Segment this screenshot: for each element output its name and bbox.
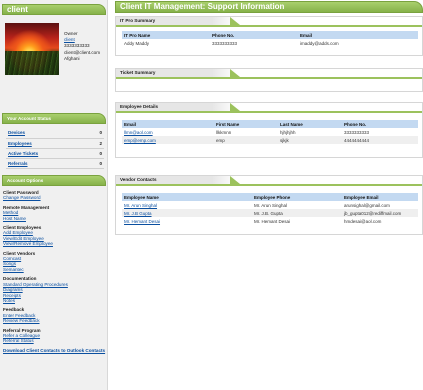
table-row: llmn@aol.com llkkmnn hjhjhjhh 3333333333 xyxy=(122,128,418,136)
account-options: Client Password Change Password Remote M… xyxy=(3,190,107,353)
table-row: emp@emp.com emp sjkjk 4444444444 xyxy=(122,136,418,144)
it-pro-table: IT Pro Name Phone No. Email Addy Maddy 3… xyxy=(122,31,418,47)
vendor-name-link[interactable]: Mr. J.B Gupta xyxy=(122,209,252,217)
table-row: Mr. Hemant Desai Mr. Hemant Desai hmdesa… xyxy=(122,217,418,225)
status-count-devices: 0 xyxy=(88,128,104,139)
profile-info: Owner client 3333333333 client@client.co… xyxy=(64,31,100,62)
client-title: client xyxy=(2,4,106,15)
status-row-devices: Devices 0 xyxy=(6,128,104,139)
account-options-title: Account Options xyxy=(2,175,106,186)
ticket-summary-panel: Ticket Summary xyxy=(115,68,423,92)
table-cell: imaddy@adds.com xyxy=(300,40,339,46)
table-cell: Addy Maddy xyxy=(124,40,150,46)
employee-details-panel: Employee Details Email First Name Last N… xyxy=(115,102,423,158)
column-header: Email xyxy=(122,120,214,128)
table-cell: sjkjk xyxy=(278,136,342,144)
status-count-tickets: 0 xyxy=(88,148,104,159)
table-cell: arunsighal@gmail.com xyxy=(344,202,390,208)
status-link-devices[interactable]: Devices xyxy=(6,128,89,139)
column-header: Last Name xyxy=(278,120,342,128)
status-link-tickets[interactable]: Active Tickets xyxy=(6,148,89,159)
status-count-referrals: 0 xyxy=(88,158,104,169)
table-cell: 3333333333 xyxy=(344,129,370,135)
employee-email-link[interactable]: emp@emp.com xyxy=(122,136,214,144)
table-cell: 4444444444 xyxy=(342,136,418,144)
table-cell: llkkmnn xyxy=(216,129,232,135)
table-cell: hmdesai@aol.com xyxy=(344,218,382,224)
column-header: Phone No. xyxy=(342,120,418,128)
it-pro-summary-panel: IT Pro Summary IT Pro Name Phone No. Ema… xyxy=(115,16,423,56)
table-cell: hjhjhjhh xyxy=(280,129,296,135)
status-count-employees: 2 xyxy=(88,138,104,149)
table-row: Addy Maddy 3333333333 imaddy@adds.com xyxy=(122,39,418,47)
table-cell: Mr. Arun Singhal xyxy=(254,202,288,208)
table-row: Mr. J.B Gupta Mr. J.B. Gupta jb_gupta012… xyxy=(122,209,418,217)
vendor-table: Employee Name Employee Phone Employee Em… xyxy=(122,193,418,225)
download-contacts-link[interactable]: Download Client Contacts to Outlook Cont… xyxy=(3,348,107,353)
status-row-referrals: Referrals 0 xyxy=(6,158,104,169)
status-row-tickets: Active Tickets 0 xyxy=(6,148,104,159)
employee-table: Email First Name Last Name Phone No. llm… xyxy=(122,120,418,144)
employee-email-link[interactable]: llmn@aol.com xyxy=(122,128,214,136)
account-status-title: Your Account Status xyxy=(2,113,106,124)
table-cell: 3333333333 xyxy=(212,40,238,46)
column-header: Email xyxy=(298,31,418,39)
profile-image xyxy=(5,23,59,75)
column-header: First Name xyxy=(214,120,278,128)
table-cell: emp xyxy=(214,136,278,144)
vendor-contacts-title: Vendor Contacts xyxy=(116,176,240,184)
vendor-contacts-panel: Vendor Contacts Employee Name Employee P… xyxy=(115,175,423,235)
column-header: Employee Name xyxy=(122,193,252,201)
page-title: Client IT Management: Support Informatio… xyxy=(115,1,423,13)
vendor-name-link[interactable]: Mr. Hemant Desai xyxy=(122,217,252,225)
main-content: Client IT Management: Support Informatio… xyxy=(115,0,423,390)
table-cell: jb_gupta012@rediffmail.com xyxy=(342,209,418,217)
status-link-referrals[interactable]: Referrals xyxy=(6,158,89,169)
client-city: Afghani xyxy=(64,55,80,61)
it-pro-summary-title: IT Pro Summary xyxy=(116,17,240,25)
table-cell: Mr. J.B. Gupta xyxy=(252,209,342,217)
column-header: Employee Email xyxy=(342,193,418,201)
client-email: client@client.com xyxy=(64,49,101,55)
account-status-table: Devices 0 Employees 2 Active Tickets 0 R… xyxy=(6,128,104,169)
ticket-summary-title: Ticket Summary xyxy=(116,69,240,77)
table-cell: Mr. Hemant Desai xyxy=(254,218,291,224)
status-link-employees[interactable]: Employees xyxy=(6,138,89,149)
table-row: Mr. Arun Singhal Mr. Arun Singhal arunsi… xyxy=(122,201,418,209)
sidebar: client Owner client 3333333333 client@cl… xyxy=(0,0,108,390)
status-row-employees: Employees 2 xyxy=(6,138,104,149)
column-header: Employee Phone xyxy=(252,193,342,201)
vendor-name-link[interactable]: Mr. Arun Singhal xyxy=(122,201,252,209)
column-header: Phone No. xyxy=(210,31,298,39)
employee-details-title: Employee Details xyxy=(116,103,240,111)
column-header: IT Pro Name xyxy=(122,31,210,39)
